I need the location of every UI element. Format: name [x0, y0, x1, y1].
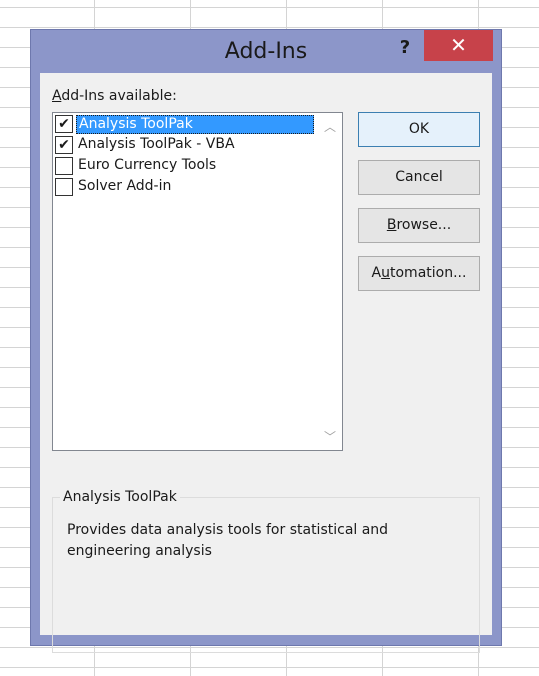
help-button[interactable]: ?	[395, 36, 415, 60]
title-bar[interactable]: Add-Ins ? ✕	[31, 30, 501, 72]
checkmark-icon: ✔	[58, 137, 70, 153]
chevron-down-icon: ﹀	[323, 430, 336, 444]
add-ins-listbox[interactable]: ✔ Analysis ToolPak ✔ Analysis ToolPak - …	[52, 112, 343, 451]
list-item-label: Euro Currency Tools	[78, 157, 217, 173]
chevron-up-icon: ︿	[323, 120, 336, 134]
dialog-client-area: Add-Ins available: ✔ Analysis ToolPak ✔ …	[40, 73, 492, 653]
scroll-up-arrow[interactable]: ︿	[318, 116, 342, 138]
listbox-scrollbar[interactable]: ︿ ﹀	[318, 113, 342, 450]
ok-button[interactable]: OK	[358, 112, 480, 147]
checkbox-analysis-toolpak[interactable]: ✔	[55, 115, 73, 133]
add-ins-available-label: Add-Ins available:	[52, 88, 177, 104]
checkbox-analysis-toolpak-vba[interactable]: ✔	[55, 136, 73, 154]
close-icon: ✕	[450, 33, 467, 57]
add-ins-dialog: Add-Ins ? ✕ Add-Ins available: ✔ Analysi…	[30, 29, 502, 653]
list-item-euro-currency-tools[interactable]: Euro Currency Tools	[54, 156, 316, 176]
browse-button[interactable]: Browse...	[358, 208, 480, 243]
list-item-label: Analysis ToolPak - VBA	[78, 136, 235, 152]
checkbox-euro-currency-tools[interactable]	[55, 157, 73, 175]
list-item-analysis-toolpak-vba[interactable]: ✔ Analysis ToolPak - VBA	[54, 135, 316, 155]
list-item-analysis-toolpak[interactable]: ✔ Analysis ToolPak	[54, 114, 316, 134]
close-button[interactable]: ✕	[424, 30, 493, 61]
automation-button[interactable]: Automation...	[358, 256, 480, 291]
list-item-label: Solver Add-in	[78, 178, 172, 194]
cancel-button[interactable]: Cancel	[358, 160, 480, 195]
checkmark-icon: ✔	[58, 116, 70, 132]
description-groupbox: Analysis ToolPak Provides data analysis …	[52, 487, 480, 653]
scroll-down-arrow[interactable]: ﹀	[318, 426, 342, 448]
list-item-solver-add-in[interactable]: Solver Add-in	[54, 177, 316, 197]
list-item-label: Analysis ToolPak	[76, 115, 314, 134]
checkbox-solver-add-in[interactable]	[55, 178, 73, 196]
description-text: Provides data analysis tools for statist…	[67, 522, 389, 559]
description-title: Analysis ToolPak	[60, 487, 180, 507]
